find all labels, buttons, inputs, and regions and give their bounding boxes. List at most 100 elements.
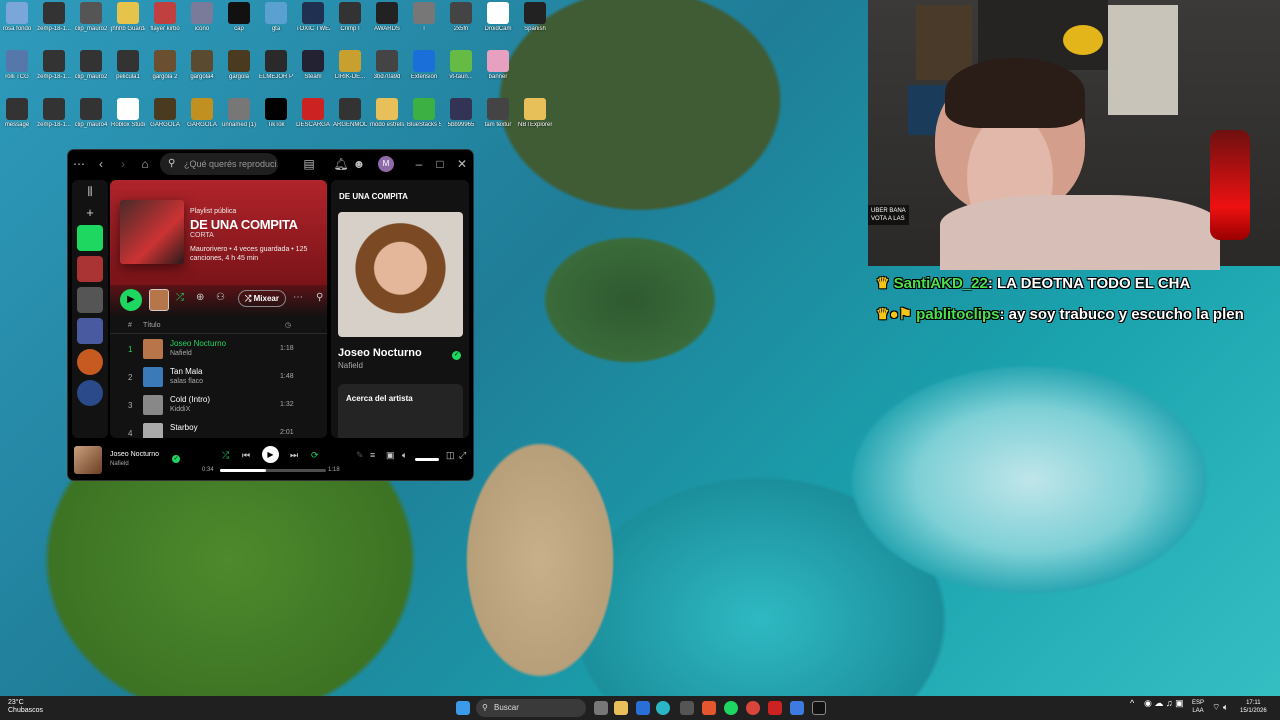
explorer-icon[interactable]	[614, 701, 628, 715]
desktop-icon[interactable]: AWARDS	[370, 2, 404, 40]
pdf-icon[interactable]	[768, 701, 782, 715]
desktop-icon[interactable]: ARGENMOD	[333, 98, 367, 136]
desktop-icon[interactable]: rosa fondo	[0, 2, 34, 40]
add-user-icon[interactable]: ⚇	[216, 292, 225, 303]
next-icon[interactable]: ⏭	[290, 450, 298, 461]
player-title[interactable]: Joseo Nocturno	[110, 451, 159, 458]
chrome-icon[interactable]	[746, 701, 760, 715]
progress-bar[interactable]	[220, 469, 326, 472]
sidebar-playlist-4[interactable]	[77, 349, 103, 375]
desktop-icon[interactable]: cap	[222, 2, 256, 40]
desktop-icon[interactable]: DESCARGA	[296, 98, 330, 136]
desktop-icon[interactable]: icono	[185, 2, 219, 40]
notes-icon[interactable]	[790, 701, 804, 715]
spotify-window[interactable]: ⋯ ‹ › ⌂ ⚲ ¿Qué querés reproduci... ▤ 🔔︎ …	[68, 150, 473, 480]
desktop-icon[interactable]: unnamed (1)	[222, 98, 256, 136]
desktop-icon[interactable]: modo estrella	[370, 98, 404, 136]
desktop-icon[interactable]: gargola 2	[148, 50, 182, 88]
desktop-icon[interactable]: Crimp I	[333, 2, 367, 40]
shuffle-icon[interactable]: ⤮	[222, 450, 229, 461]
desktop-icon[interactable]: zemp-18-1...	[37, 98, 71, 136]
clock[interactable]: 17:11 15/1/2026	[1240, 699, 1267, 715]
more-icon[interactable]: ⋯	[293, 292, 303, 303]
library-icon[interactable]: ⫼	[72, 186, 108, 199]
desktop-icon[interactable]: clip_mauro2	[74, 50, 108, 88]
store-icon[interactable]	[680, 701, 694, 715]
add-icon[interactable]: +	[72, 205, 108, 220]
home-icon[interactable]: ⌂	[134, 157, 156, 171]
taskbar-search[interactable]: ⚲ Buscar	[476, 699, 586, 717]
desktop-icon[interactable]: LIRIK-DE...	[333, 50, 367, 88]
close-icon[interactable]: ✕	[451, 157, 473, 171]
track-row[interactable]: 2 Tan Mala salas flaco 1:48	[110, 364, 327, 392]
fullscreen-icon[interactable]: ⤢	[459, 450, 466, 461]
track-row[interactable]: 1 Joseo Nocturno Nafield 1:18	[110, 336, 327, 364]
track-row[interactable]: 4 Starboy 2:01	[110, 420, 327, 438]
saved-icon[interactable]: ✓	[172, 455, 180, 463]
desktop-icon[interactable]: clip_mauro2	[74, 2, 108, 40]
desktop-icon[interactable]: jhhhb Guardar.	[111, 2, 145, 40]
search-input[interactable]: ⚲ ¿Qué querés reproduci...	[160, 153, 278, 175]
desktop-icon[interactable]: message	[0, 98, 34, 136]
desktop-icon[interactable]: rolli TCG	[0, 50, 34, 88]
repeat-icon[interactable]: ⟳	[311, 450, 319, 461]
desktop-icon[interactable]: l	[407, 2, 441, 40]
desktop-icon[interactable]: 3bd70a9d	[370, 50, 404, 88]
lyrics-icon[interactable]: ✎	[356, 450, 364, 461]
desktop-icon[interactable]: DroidCam	[481, 2, 515, 40]
desktop-icon[interactable]: ELMEJOR PHONK	[259, 50, 293, 88]
desktop-icon[interactable]: vt-taun...	[444, 50, 478, 88]
player-artist[interactable]: Nafield	[110, 461, 129, 467]
shuffle-icon[interactable]: ⤮	[176, 292, 184, 303]
task-view-icon[interactable]	[594, 701, 608, 715]
track-row[interactable]: 3 Cold (Intro) KiddiX 1:32	[110, 392, 327, 420]
sidebar-playlist-2[interactable]	[77, 287, 103, 313]
forward-arrow-icon[interactable]: ›	[112, 157, 134, 171]
language-indicator[interactable]: ESP LAA	[1192, 699, 1204, 715]
queue-icon[interactable]: ≡	[370, 450, 375, 460]
desktop-icon[interactable]: gargola4	[185, 50, 219, 88]
volume-slider[interactable]	[415, 458, 439, 461]
desktop-icon[interactable]: Roblox Studio	[111, 98, 145, 136]
desktop-icon[interactable]: BlueStacks 5	[407, 98, 441, 136]
browse-icon[interactable]: ▤	[298, 157, 320, 171]
sidebar-playlist-3[interactable]	[77, 318, 103, 344]
volume-icon[interactable]: 🔈︎	[402, 450, 407, 461]
desktop-icon[interactable]: pelicula1	[111, 50, 145, 88]
minimize-icon[interactable]: –	[408, 157, 430, 171]
saved-check-icon[interactable]: ✓	[452, 351, 461, 360]
maximize-icon[interactable]: □	[429, 157, 451, 171]
sidebar-playlist-5[interactable]	[77, 380, 103, 406]
start-icon[interactable]	[456, 701, 470, 715]
desktop-icon[interactable]: gargola	[222, 50, 256, 88]
now-playing-title[interactable]: Joseo Nocturno	[338, 347, 422, 359]
widgets-icon[interactable]	[636, 701, 650, 715]
desktop-icon[interactable]: TikTok	[259, 98, 293, 136]
brave-icon[interactable]	[702, 701, 716, 715]
network-volume-icons[interactable]: ⌔ 🔈︎	[1212, 703, 1228, 712]
now-playing-thumb[interactable]	[74, 446, 102, 474]
search-list-icon[interactable]: ⚲	[316, 292, 323, 303]
avatar[interactable]: M	[378, 156, 394, 172]
desktop-icon[interactable]: gta	[259, 2, 293, 40]
weather-widget[interactable]: 23°C Chubascos	[8, 699, 43, 715]
devices-icon[interactable]: ▣	[386, 450, 395, 461]
play-button[interactable]: ▶	[120, 289, 142, 311]
desktop-icon[interactable]: Extension	[407, 50, 441, 88]
desktop-icon[interactable]: 5bb99965	[444, 98, 478, 136]
now-playing-artist[interactable]: Nafield	[338, 361, 363, 370]
desktop-icon[interactable]: TOXIC TWEAKS	[296, 2, 330, 40]
liked-songs-icon[interactable]	[77, 225, 103, 251]
desktop-icon[interactable]: tam textur	[481, 98, 515, 136]
desktop-icon[interactable]: zemp-18-1...	[37, 50, 71, 88]
play-pause-button[interactable]: ▶	[262, 446, 279, 463]
mixer-button[interactable]: ⤮ Mixear	[238, 290, 286, 307]
sidebar-playlist-1[interactable]	[77, 256, 103, 282]
desktop-icon[interactable]: banner	[481, 50, 515, 88]
capcut-icon[interactable]	[812, 701, 826, 715]
tray-chevron-icon[interactable]: ^	[1130, 699, 1134, 708]
desktop-icon[interactable]: Steam	[296, 50, 330, 88]
more-options-icon[interactable]: ⋯	[68, 157, 90, 171]
download-icon[interactable]: ⊕	[196, 292, 204, 303]
previous-icon[interactable]: ⏮	[242, 450, 250, 461]
